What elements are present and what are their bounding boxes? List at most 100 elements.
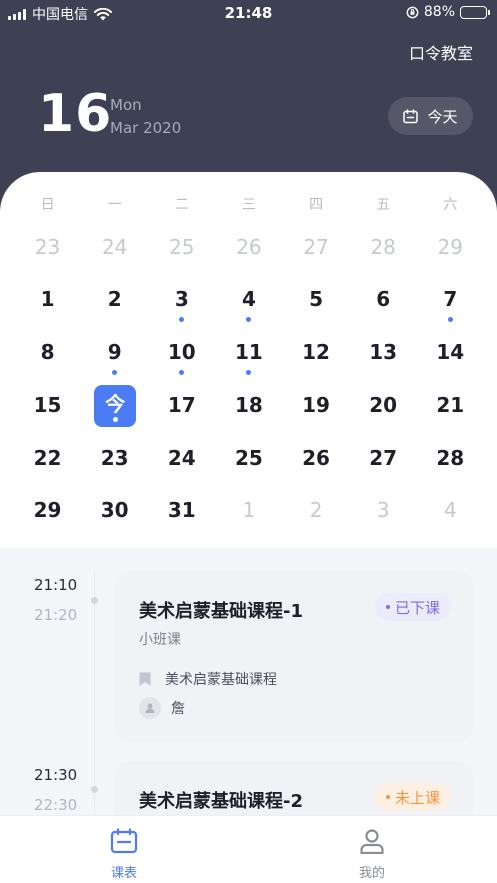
calendar-day[interactable]: 7 xyxy=(417,279,484,322)
weekday-label: 二 xyxy=(174,197,189,213)
calendar-day[interactable]: 28 xyxy=(417,438,484,478)
today-marker-label: 今 xyxy=(105,392,126,416)
lesson-course-name: 美术启蒙基础课程 xyxy=(165,672,277,688)
calendar-day[interactable]: 23 xyxy=(81,438,148,478)
lesson-title: 美术启蒙基础课程-2 xyxy=(139,791,303,812)
calendar-day[interactable]: 4 xyxy=(215,279,282,322)
calendar-day-other-month[interactable]: 3 xyxy=(350,490,417,530)
lesson-1-end-time: 21:20 xyxy=(34,606,78,624)
calendar-day[interactable]: 11 xyxy=(215,332,282,375)
timeline-line xyxy=(94,570,95,820)
weekday-label: 一 xyxy=(107,197,122,213)
event-dot xyxy=(179,370,185,375)
battery-percent: 88% xyxy=(423,4,455,20)
calendar-day-other-month[interactable]: 28 xyxy=(350,227,417,267)
calendar-day[interactable]: 21 xyxy=(417,385,484,425)
calendar-week-row: 15 今 17 18 19 20 21 xyxy=(14,385,484,427)
orientation-lock-icon xyxy=(406,6,419,18)
calendar-day[interactable]: 17 xyxy=(148,385,215,425)
lesson-course-row: 美术启蒙基础课程 xyxy=(139,669,277,689)
calendar-day-other-month[interactable]: 25 xyxy=(148,227,215,267)
calendar-day-today[interactable]: 今 xyxy=(81,385,148,427)
lesson-1-start-time: 21:10 xyxy=(34,576,78,594)
calendar-day[interactable]: 12 xyxy=(283,332,350,372)
event-dot xyxy=(112,370,118,375)
calendar-day[interactable]: 19 xyxy=(283,385,350,425)
calendar-week-row: 8 9 10 11 12 13 14 xyxy=(14,332,484,375)
person-icon xyxy=(360,829,384,855)
calendar-day[interactable]: 31 xyxy=(148,490,215,530)
lesson-2-start-time: 21:30 xyxy=(34,766,78,784)
tab-profile-label: 我的 xyxy=(358,866,385,881)
calendar-day-other-month[interactable]: 1 xyxy=(215,490,282,530)
timeline-dot xyxy=(91,597,98,604)
calendar-day-other-month[interactable]: 29 xyxy=(417,227,484,267)
event-dot xyxy=(447,317,453,322)
event-dot xyxy=(179,317,185,322)
lesson-2-end-time: 22:30 xyxy=(34,796,78,814)
calendar-day[interactable]: 18 xyxy=(215,385,282,425)
calendar-day[interactable]: 29 xyxy=(14,490,81,530)
calendar-day[interactable]: 14 xyxy=(417,332,484,372)
person-small-icon xyxy=(145,703,155,713)
calendar-day-other-month[interactable]: 4 xyxy=(417,490,484,530)
teacher-avatar xyxy=(139,697,161,719)
calendar-day[interactable]: 1 xyxy=(14,279,81,319)
calendar-day[interactable]: 26 xyxy=(283,438,350,478)
calendar-day[interactable]: 5 xyxy=(283,279,350,319)
tab-profile[interactable]: 我的 xyxy=(342,828,402,881)
calendar-day[interactable]: 25 xyxy=(215,438,282,478)
today-marker: 今 xyxy=(94,385,137,427)
calendar-day[interactable]: 9 xyxy=(81,332,148,375)
calendar-day[interactable]: 27 xyxy=(350,438,417,478)
calendar-day-other-month[interactable]: 27 xyxy=(283,227,350,267)
calendar-day-other-month[interactable]: 23 xyxy=(14,227,81,267)
calendar-day-other-month[interactable]: 26 xyxy=(215,227,282,267)
calendar-small-icon xyxy=(403,108,419,123)
calendar-day[interactable]: 6 xyxy=(350,279,417,319)
calendar-day[interactable]: 30 xyxy=(81,490,148,530)
weekday-label: 日 xyxy=(40,197,55,213)
weekday-header-row: 日一二三四五六 xyxy=(14,194,484,214)
current-month-year: Mar 2020 xyxy=(110,119,182,137)
lesson-title: 美术启蒙基础课程-1 xyxy=(139,601,303,622)
calendar-day[interactable]: 2 xyxy=(81,279,148,319)
calendar-week-row: 29 30 31 1 2 3 4 xyxy=(14,490,484,530)
lesson-type: 小班课 xyxy=(139,632,181,648)
event-dot xyxy=(246,370,252,375)
calendar-week-row: 23 24 25 26 27 28 29 xyxy=(14,227,484,267)
calendar-day[interactable]: 13 xyxy=(350,332,417,372)
calendar-day[interactable]: 20 xyxy=(350,385,417,425)
weekday-label: 四 xyxy=(309,197,324,213)
event-dot xyxy=(112,417,118,422)
calendar-day[interactable]: 15 xyxy=(14,385,81,425)
calendar-day[interactable]: 24 xyxy=(148,438,215,478)
weekday-label: 三 xyxy=(241,197,256,213)
calendar-day[interactable]: 10 xyxy=(148,332,215,375)
lesson-card[interactable]: 美术启蒙基础课程-1 小班课 已下课 美术启蒙基础课程 詹 xyxy=(115,571,473,742)
lesson-status-label: 已下课 xyxy=(394,598,440,617)
password-classroom-link[interactable]: 口令教室 xyxy=(409,40,473,64)
timeline-dot xyxy=(91,786,98,793)
calendar-week-row: 1234567 xyxy=(14,279,484,322)
weekday-label: 五 xyxy=(376,197,391,213)
calendar-day[interactable]: 3 xyxy=(148,279,215,322)
teacher-name: 詹 xyxy=(171,701,185,717)
calendar-week-row: 22 23 24 25 26 27 28 xyxy=(14,438,484,478)
calendar-day[interactable]: 22 xyxy=(14,438,81,478)
battery-icon xyxy=(460,5,490,19)
calendar-icon xyxy=(110,828,138,854)
calendar-day[interactable]: 8 xyxy=(14,332,81,372)
today-button[interactable]: 今天 xyxy=(388,97,473,135)
tab-schedule-label: 课表 xyxy=(110,866,137,881)
tab-schedule[interactable]: 课表 xyxy=(94,828,154,881)
calendar-day-other-month[interactable]: 2 xyxy=(283,490,350,530)
weekday-label: 六 xyxy=(443,197,458,213)
bottom-tab-bar: 课表 我的 xyxy=(0,815,497,883)
lesson-status-label: 未上课 xyxy=(394,788,440,807)
calendar-day-other-month[interactable]: 24 xyxy=(81,227,148,267)
current-weekday: Mon xyxy=(110,96,142,114)
event-dot xyxy=(246,317,252,322)
bookmark-icon xyxy=(139,672,151,686)
lesson-status-badge: 已下课 xyxy=(374,593,451,621)
